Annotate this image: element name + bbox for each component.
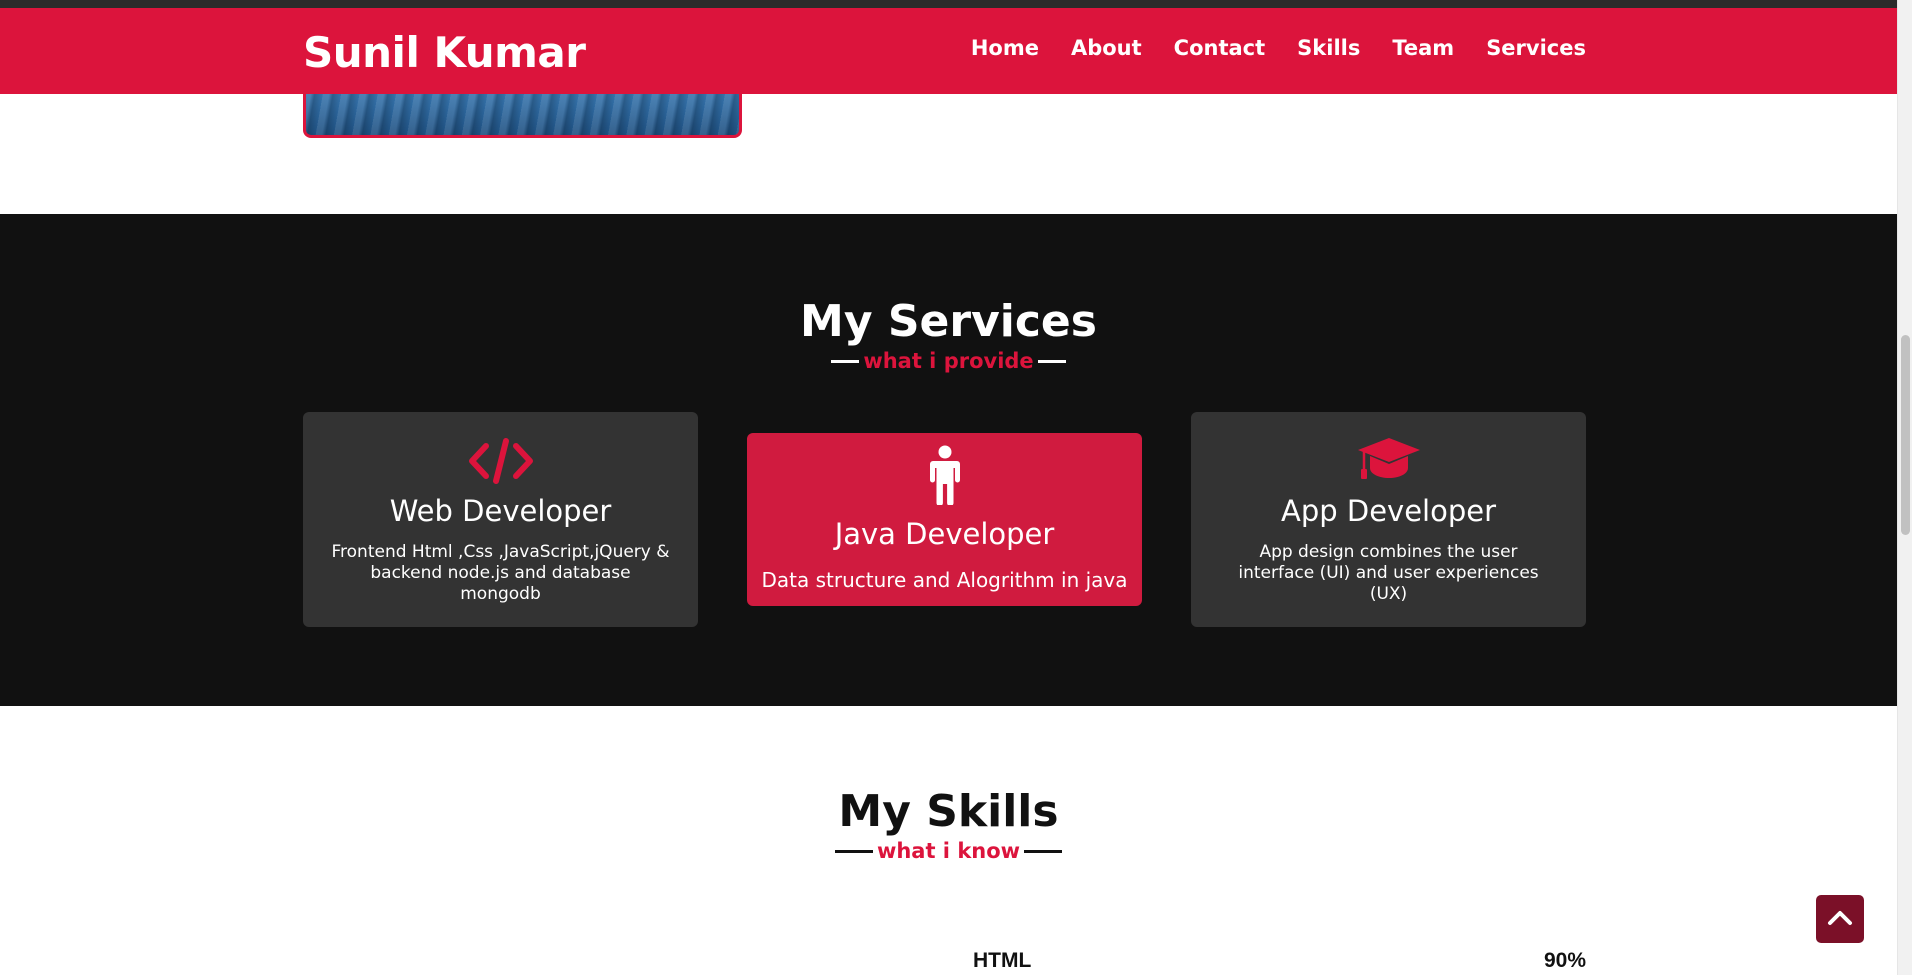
subtitle-line-left [834,849,873,853]
skill-percent-html: 90% [1543,949,1586,972]
service-card-title: Java Developer [834,517,1055,551]
service-card-web-developer[interactable]: Web Developer Frontend Html ,Css ,JavaSc… [303,412,698,627]
page-scrollbar[interactable] [1897,0,1912,975]
service-card-java-developer[interactable]: Java Developer Data structure and Alogri… [747,433,1142,606]
skills-subtitle: what i know [0,839,1897,863]
navbar: Sunil Kumar Home About Contact Skills Te… [0,8,1897,94]
service-card-app-developer[interactable]: App Developer App design combines the us… [1191,412,1586,627]
service-card-description: Frontend Html ,Css ,JavaScript,jQuery & … [331,542,670,604]
nav-link-contact[interactable]: Contact [1174,36,1266,60]
person-icon [925,445,965,510]
code-icon [468,438,534,489]
services-subtitle-text: what i provide [863,349,1034,373]
nav-link-services[interactable]: Services [1486,36,1586,60]
scrollbar-thumb[interactable] [1901,335,1910,535]
nav-menu: Home About Contact Skills Team Services [939,36,1586,60]
scroll-to-top-button[interactable] [1816,895,1864,943]
service-card-title: App Developer [1280,494,1497,528]
nav-link-about[interactable]: About [1071,36,1142,60]
nav-link-home[interactable]: Home [971,36,1039,60]
service-card-title: Web Developer [389,494,612,528]
services-title: My Services [800,296,1097,347]
skills-subtitle-text: what i know [876,839,1021,863]
brand-logo[interactable]: Sunil Kumar [303,28,586,77]
subtitle-line-right [1037,359,1066,363]
service-card-description: Data structure and Alogrithm in java [761,568,1128,592]
subtitle-line-left [831,359,860,363]
services-section: My Services what i provide Web Developer… [0,214,1897,706]
browser-top-strip [0,0,1897,8]
service-card-description: App design combines the user interface (… [1238,542,1539,604]
skills-title: My Skills [838,786,1059,837]
skills-section: My Skills what i know HTML 90% [0,706,1897,975]
nav-link-team[interactable]: Team [1392,36,1454,60]
graduation-cap-icon [1356,436,1422,489]
chevron-up-icon [1827,908,1853,931]
nav-link-skills[interactable]: Skills [1297,36,1360,60]
subtitle-line-right [1024,849,1063,853]
skill-name-html: HTML [973,949,1032,972]
services-subtitle: what i provide [0,349,1897,373]
